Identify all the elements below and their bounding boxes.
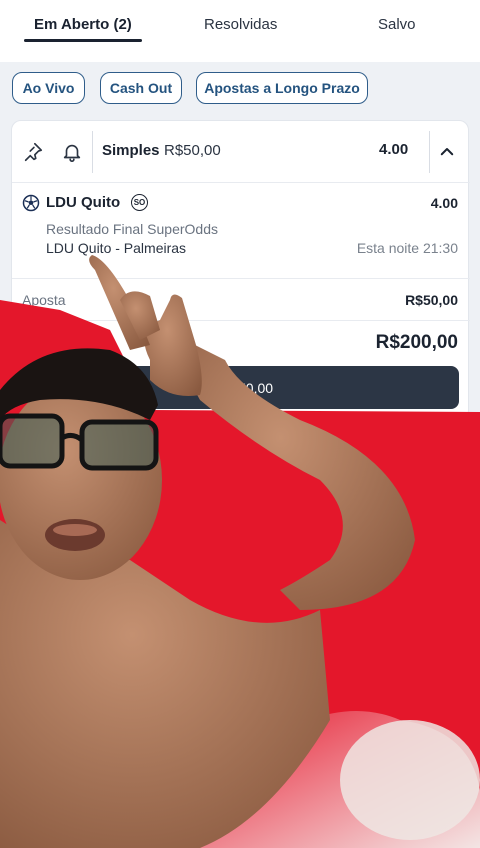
tab-saved[interactable]: Salvo bbox=[378, 16, 416, 33]
selection-team: LDU Quito bbox=[46, 194, 121, 211]
bet-card-header[interactable]: Simples R$50,00 4.00 bbox=[12, 121, 470, 183]
total-odds: 4.00 bbox=[379, 141, 409, 158]
tab-open-bets[interactable]: Em Aberto (2) bbox=[34, 16, 132, 33]
superodds-badge: SO bbox=[131, 194, 148, 211]
selection-match[interactable]: LDU Quito - Palmeiras bbox=[46, 240, 186, 256]
divider bbox=[12, 320, 470, 321]
divider bbox=[12, 278, 470, 279]
stake-label: Aposta bbox=[22, 292, 66, 308]
stake-value: R$50,00 bbox=[405, 292, 458, 308]
selection-odds: 4.00 bbox=[430, 195, 458, 211]
filter-chip-long-term[interactable]: Apostas a Longo Prazo bbox=[196, 72, 368, 104]
filter-chip-cash-out[interactable]: Cash Out bbox=[100, 72, 182, 104]
potential-win-label: Ganhos Pote bbox=[22, 336, 104, 352]
bets-tab-bar: Em Aberto (2) Resolvidas Salvo bbox=[0, 0, 480, 62]
tab-settled[interactable]: Resolvidas bbox=[204, 16, 277, 33]
filter-chip-live[interactable]: Ao Vivo bbox=[12, 72, 85, 104]
cash-out-button[interactable]: T R$50,00 bbox=[22, 366, 459, 409]
chevron-up-icon[interactable] bbox=[438, 143, 456, 161]
selection-market: Resultado Final SuperOdds bbox=[46, 221, 218, 237]
bet-amount: R$50,00 bbox=[164, 142, 221, 159]
active-tab-indicator bbox=[24, 39, 142, 42]
selection-time: Esta noite 21:30 bbox=[356, 240, 458, 256]
soccer-ball-icon bbox=[22, 194, 40, 212]
potential-win-value: R$200,00 bbox=[375, 332, 458, 353]
pin-icon[interactable] bbox=[22, 141, 44, 163]
divider bbox=[429, 131, 430, 173]
bet-type-label: Simples bbox=[102, 142, 160, 159]
divider bbox=[92, 131, 93, 173]
bell-icon[interactable] bbox=[61, 141, 83, 163]
bet-card: Simples R$50,00 4.00 LDU Quito SO 4.00 R… bbox=[11, 120, 470, 420]
